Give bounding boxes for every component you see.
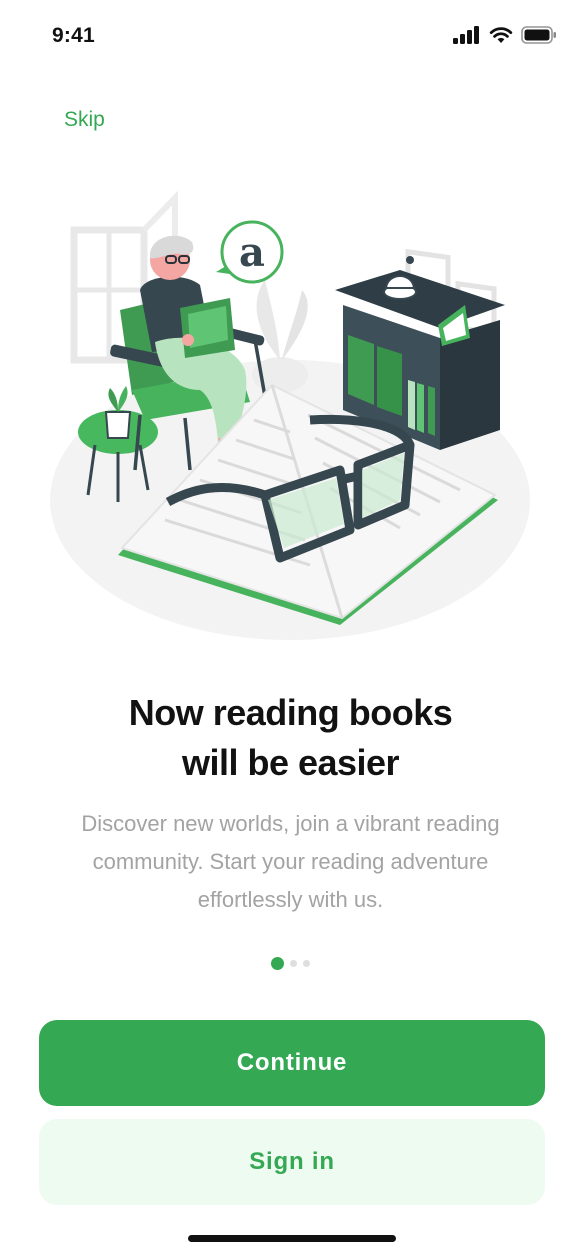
page-indicator — [0, 957, 581, 970]
speech-bubble-icon: a — [216, 220, 284, 284]
sign-in-button-label: Sign in — [249, 1148, 335, 1175]
onboarding-illustration: a — [50, 190, 530, 640]
status-icons — [453, 26, 557, 44]
signal-icon — [453, 26, 479, 44]
status-time: 9:41 — [52, 24, 95, 47]
headline-line-1: Now reading books — [128, 692, 453, 733]
onboarding-description: Discover new worlds, join a vibrant read… — [81, 811, 500, 912]
page-dot — [303, 960, 310, 967]
status-bar: 9:41 — [0, 0, 581, 76]
page-dot-active — [271, 957, 284, 970]
onboarding-headline: Now reading books will be easier — [0, 688, 581, 788]
headline-line-2: will be easier — [181, 742, 400, 783]
speech-bubble-letter: a — [239, 229, 265, 276]
battery-icon — [521, 26, 556, 44]
sign-in-button[interactable]: Sign in — [39, 1119, 545, 1205]
home-indicator — [188, 1235, 396, 1242]
skip-link[interactable]: Skip — [64, 108, 105, 132]
wifi-icon — [489, 27, 513, 43]
continue-button-label: Continue — [236, 1049, 348, 1076]
page-dot — [290, 960, 297, 967]
continue-button[interactable]: Continue — [39, 1020, 545, 1106]
